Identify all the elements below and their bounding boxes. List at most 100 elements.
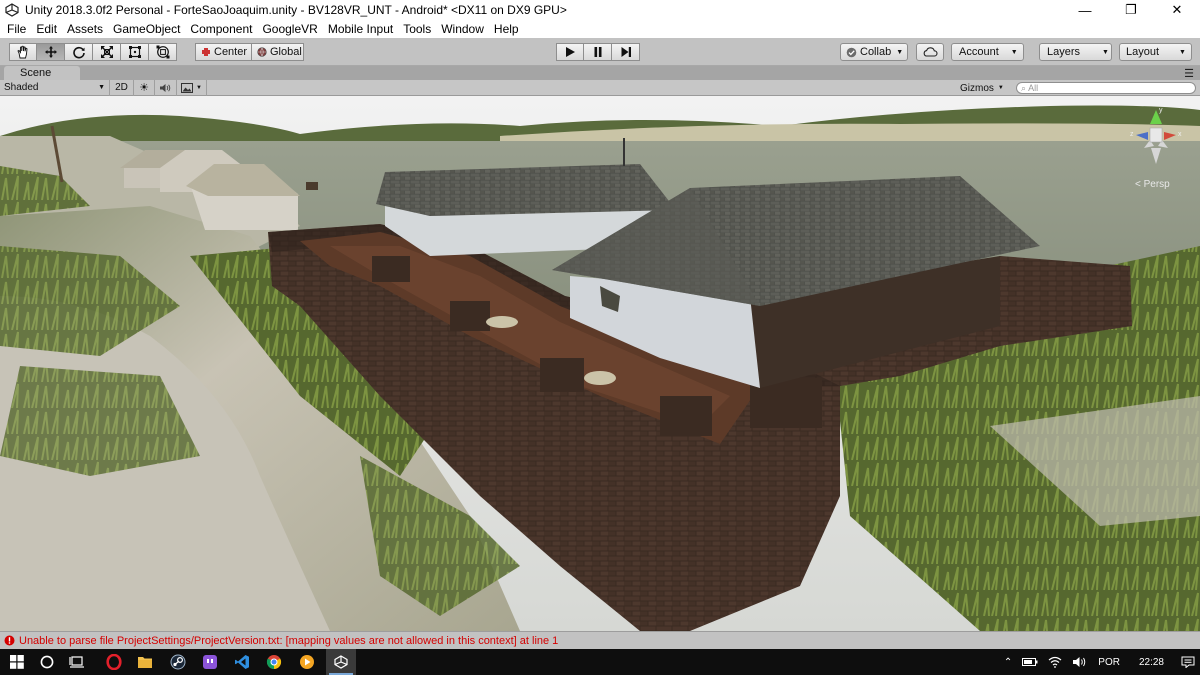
clock[interactable]: 22:28 — [1139, 657, 1164, 668]
unity-icon — [334, 655, 348, 669]
task-view-button[interactable] — [62, 649, 92, 675]
tab-scene-label: Scene — [20, 67, 52, 79]
layout-dropdown[interactable]: Layout ▼ — [1119, 43, 1192, 61]
menu-help[interactable]: Help — [489, 20, 524, 38]
taskbar-media-player[interactable] — [292, 649, 322, 675]
layers-dropdown[interactable]: Layers ▼ — [1039, 43, 1112, 61]
rotate-tool-button[interactable] — [65, 43, 93, 61]
media-player-icon — [300, 655, 314, 669]
tab-scene[interactable]: Scene — [4, 66, 80, 80]
main-toolbar: Center Global Collab ▼ Account ▼ Layers … — [0, 38, 1200, 66]
audio-toggle[interactable] — [155, 79, 177, 96]
draw-mode-dropdown[interactable]: Shaded ▼ — [0, 79, 110, 96]
orientation-gizmo-icon[interactable]: y z x — [1126, 102, 1186, 172]
wifi-icon[interactable] — [1048, 656, 1062, 668]
pivot-toggles: Center Global — [195, 43, 304, 61]
menu-file[interactable]: File — [2, 20, 31, 38]
menu-gameobject[interactable]: GameObject — [108, 20, 185, 38]
error-icon — [4, 635, 15, 646]
windows-logo-icon — [10, 655, 24, 669]
pivot-center-button[interactable]: Center — [195, 43, 252, 61]
volume-icon[interactable] — [1072, 656, 1088, 668]
svg-text:z: z — [1130, 131, 1134, 138]
taskbar-chrome[interactable] — [259, 649, 289, 675]
close-button[interactable]: ✕ — [1154, 0, 1200, 20]
sun-icon: ☀ — [139, 82, 149, 94]
transform-tool-button[interactable] — [149, 43, 177, 61]
taskbar-steam[interactable] — [163, 649, 193, 675]
status-message: Unable to parse file ProjectSettings/Pro… — [19, 634, 559, 647]
chevron-left-icon: < — [1135, 179, 1141, 190]
unity-logo-icon — [5, 3, 19, 17]
language-indicator[interactable]: POR — [1098, 657, 1120, 668]
svg-text:y: y — [1159, 107, 1163, 114]
scale-tool-button[interactable] — [93, 43, 121, 61]
menu-edit[interactable]: Edit — [31, 20, 62, 38]
pause-button[interactable] — [584, 43, 612, 61]
cloud-button[interactable] — [916, 43, 944, 61]
chevron-down-icon: ▼ — [1010, 48, 1018, 56]
taskbar-twitch[interactable] — [195, 649, 225, 675]
windows-taskbar: ⌃ POR 22:28 — [0, 649, 1200, 675]
scene-render — [0, 96, 1200, 631]
menu-assets[interactable]: Assets — [62, 20, 108, 38]
chevron-down-icon: ▼ — [896, 48, 904, 56]
projection-toggle[interactable]: < Persp — [1135, 179, 1170, 190]
chevron-up-icon[interactable]: ⌃ — [1004, 657, 1012, 668]
account-group: Account ▼ — [951, 43, 1024, 61]
search-icon: ⌕ — [1021, 83, 1027, 93]
chevron-down-icon: ▼ — [1179, 48, 1186, 56]
2d-toggle[interactable]: 2D — [110, 79, 134, 96]
tab-menu-icon[interactable]: ☰ — [1184, 67, 1194, 80]
svg-text:x: x — [1178, 131, 1182, 138]
scale-icon — [100, 46, 113, 58]
hand-tool-button[interactable] — [9, 43, 37, 61]
menu-tools[interactable]: Tools — [398, 20, 436, 38]
account-label: Account — [959, 46, 999, 58]
move-icon — [44, 46, 57, 58]
taskbar-file-explorer[interactable] — [130, 649, 160, 675]
maximize-button[interactable]: ❐ — [1108, 0, 1154, 20]
menu-window[interactable]: Window — [436, 20, 489, 38]
lighting-toggle[interactable]: ☀ — [134, 79, 155, 96]
minimize-button[interactable]: — — [1062, 0, 1108, 20]
pivot-center-icon — [202, 48, 210, 56]
layers-label: Layers — [1047, 46, 1081, 58]
step-button[interactable] — [612, 43, 640, 61]
transform-icon — [156, 45, 169, 59]
pivot-global-label: Global — [270, 46, 302, 58]
rotate-icon — [72, 46, 85, 59]
collab-dropdown[interactable]: Collab ▼ — [840, 43, 908, 61]
menu-component[interactable]: Component — [185, 20, 257, 38]
move-tool-button[interactable] — [37, 43, 65, 61]
battery-icon[interactable] — [1022, 657, 1038, 667]
gizmos-label: Gizmos — [960, 82, 994, 94]
play-button[interactable] — [556, 43, 584, 61]
effects-dropdown[interactable]: ▼ — [177, 79, 207, 96]
pivot-global-button[interactable]: Global — [252, 43, 304, 61]
image-icon — [181, 82, 194, 93]
status-bar[interactable]: Unable to parse file ProjectSettings/Pro… — [0, 631, 1200, 649]
scene-viewport[interactable]: y z x < Persp — [0, 96, 1200, 631]
start-button[interactable] — [2, 649, 32, 675]
menu-googlevr[interactable]: GoogleVR — [257, 20, 322, 38]
taskbar-opera[interactable] — [99, 649, 129, 675]
menu-mobile-input[interactable]: Mobile Input — [323, 20, 398, 38]
layout-label: Layout — [1126, 46, 1160, 58]
cortana-icon — [40, 655, 54, 669]
search-button[interactable] — [32, 649, 62, 675]
globe-icon — [257, 47, 267, 57]
notifications-icon[interactable] — [1181, 656, 1195, 668]
rect-tool-button[interactable] — [121, 43, 149, 61]
chevron-down-icon: ▼ — [997, 85, 1004, 91]
scene-tab-row: Scene ☰ — [0, 66, 1200, 80]
gizmos-dropdown[interactable]: Gizmos ▼ — [960, 80, 1004, 96]
steam-icon — [170, 654, 186, 670]
taskbar-vscode[interactable] — [227, 649, 257, 675]
draw-mode-label: Shaded — [4, 82, 39, 93]
rect-icon — [128, 46, 141, 58]
hierarchy-search-input[interactable]: ⌕ All — [1016, 82, 1196, 94]
vscode-icon — [235, 655, 249, 669]
account-dropdown[interactable]: Account ▼ — [951, 43, 1024, 61]
taskbar-unity[interactable] — [326, 649, 356, 675]
